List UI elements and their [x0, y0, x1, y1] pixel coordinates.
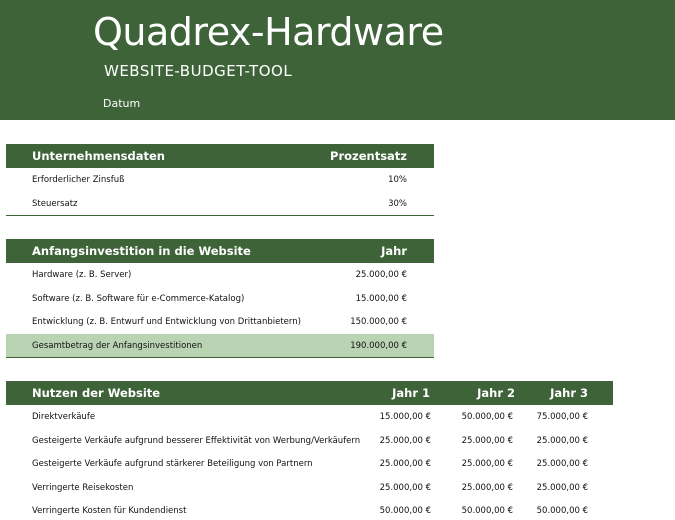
- year1-column-header: Jahr 1: [392, 386, 430, 400]
- year2-value[interactable]: 25.000,00 €: [462, 436, 513, 446]
- year2-value[interactable]: 25.000,00 €: [462, 483, 513, 493]
- row-label: Direktverkäufe: [32, 412, 96, 422]
- percent-column-header: Prozentsatz: [330, 149, 407, 163]
- row-value[interactable]: 30%: [388, 199, 407, 209]
- benefits-table: Nutzen der Website Jahr 1 Jahr 2 Jahr 3 …: [6, 381, 613, 520]
- row-label: Verringerte Reisekosten: [32, 482, 134, 493]
- company-data-heading: Unternehmensdaten: [32, 149, 165, 163]
- total-value: 190.000,00 €: [350, 340, 407, 351]
- row-label: Erforderlicher Zinsfuß: [32, 175, 125, 185]
- row-value[interactable]: 15.000,00 €: [356, 294, 407, 304]
- year2-value[interactable]: 50.000,00 €: [462, 412, 513, 422]
- row-label: Verringerte Kosten für Kundendienst: [32, 506, 187, 516]
- year1-value[interactable]: 25.000,00 €: [380, 459, 431, 469]
- year1-value[interactable]: 15.000,00 €: [380, 412, 431, 422]
- year1-value[interactable]: 25.000,00 €: [380, 436, 431, 446]
- investment-table: Anfangsinvestition in die Website Jahr H…: [6, 239, 434, 358]
- year-column-header: Jahr: [381, 244, 407, 258]
- year1-value[interactable]: 50.000,00 €: [380, 506, 431, 516]
- table-row[interactable]: Erforderlicher Zinsfuß 10%: [6, 168, 434, 192]
- table-row[interactable]: Software (z. B. Software für e-Commerce-…: [6, 287, 434, 311]
- total-label: Gesamtbetrag der Anfangsinvestitionen: [32, 340, 203, 351]
- table-row[interactable]: Hardware (z. B. Server) 25.000,00 €: [6, 263, 434, 287]
- year2-column-header: Jahr 2: [477, 386, 515, 400]
- row-label: Software (z. B. Software für e-Commerce-…: [32, 293, 245, 304]
- year3-value[interactable]: 25.000,00 €: [537, 483, 588, 493]
- tool-subtitle: WEBSITE-BUDGET-TOOL: [104, 62, 293, 80]
- table-row[interactable]: Verringerte Reisekosten 25.000,00 € 25.0…: [6, 476, 613, 500]
- company-data-header: Unternehmensdaten Prozentsatz: [6, 144, 434, 168]
- table-row[interactable]: Verringerte Kosten für Kundendienst 50.0…: [6, 499, 613, 520]
- year3-value[interactable]: 50.000,00 €: [537, 506, 588, 516]
- company-data-table: Unternehmensdaten Prozentsatz Erforderli…: [6, 144, 434, 216]
- company-title: Quadrex-Hardware: [93, 10, 444, 54]
- investment-header: Anfangsinvestition in die Website Jahr: [6, 239, 434, 263]
- year1-value[interactable]: 25.000,00 €: [380, 483, 431, 493]
- header-banner: Quadrex-Hardware WEBSITE-BUDGET-TOOL Dat…: [0, 0, 675, 120]
- benefits-heading: Nutzen der Website: [32, 386, 161, 400]
- row-label: Steuersatz: [32, 198, 78, 209]
- row-label: Hardware (z. B. Server): [32, 270, 132, 280]
- date-label[interactable]: Datum: [103, 97, 140, 110]
- year2-value[interactable]: 25.000,00 €: [462, 459, 513, 469]
- table-row[interactable]: Gesteigerte Verkäufe aufgrund stärkerer …: [6, 452, 613, 476]
- row-label: Entwicklung (z. B. Entwurf und Entwicklu…: [32, 317, 301, 327]
- investment-heading: Anfangsinvestition in die Website: [32, 244, 251, 258]
- benefits-header: Nutzen der Website Jahr 1 Jahr 2 Jahr 3: [6, 381, 613, 405]
- year3-column-header: Jahr 3: [550, 386, 588, 400]
- row-label: Gesteigerte Verkäufe aufgrund besserer E…: [32, 435, 361, 446]
- total-row[interactable]: Gesamtbetrag der Anfangsinvestitionen 19…: [6, 333, 434, 357]
- row-label: Gesteigerte Verkäufe aufgrund stärkerer …: [32, 459, 313, 469]
- table-row[interactable]: Steuersatz 30%: [6, 192, 434, 216]
- row-value[interactable]: 25.000,00 €: [356, 270, 407, 280]
- table-row[interactable]: Entwicklung (z. B. Entwurf und Entwicklu…: [6, 310, 434, 334]
- table-row[interactable]: Gesteigerte Verkäufe aufgrund besserer E…: [6, 429, 613, 453]
- row-value[interactable]: 150.000,00 €: [350, 317, 407, 327]
- table-row[interactable]: Direktverkäufe 15.000,00 € 50.000,00 € 7…: [6, 405, 613, 429]
- year2-value[interactable]: 50.000,00 €: [462, 506, 513, 516]
- row-value[interactable]: 10%: [388, 175, 407, 185]
- year3-value[interactable]: 25.000,00 €: [537, 459, 588, 469]
- year3-value[interactable]: 75.000,00 €: [537, 412, 588, 422]
- year3-value[interactable]: 25.000,00 €: [537, 436, 588, 446]
